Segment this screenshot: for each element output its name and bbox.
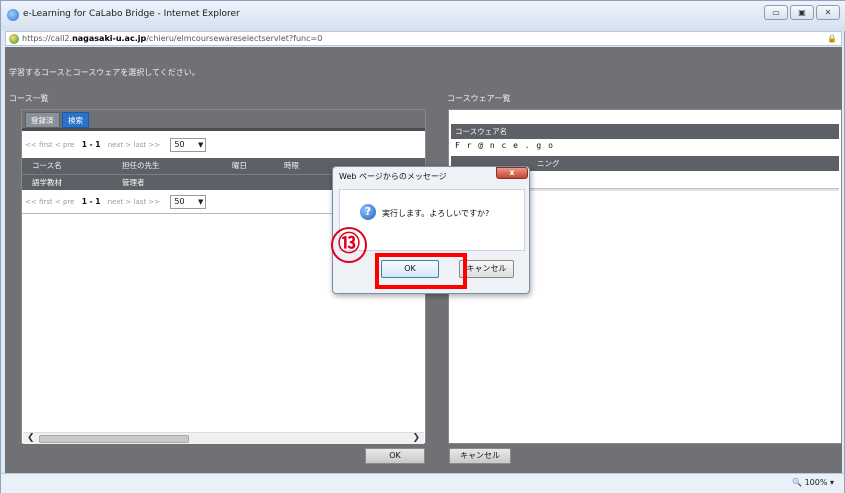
pager-prev-link[interactable]: < pre (55, 198, 75, 206)
pager-first-link[interactable]: << first (25, 141, 53, 149)
course-list-label: コース一覧 (9, 94, 49, 103)
zoom-icon: 🔍 (792, 478, 803, 487)
ie-logo-icon (7, 9, 19, 21)
pager-prev-link[interactable]: < pre (55, 141, 75, 149)
title-bar: e-Learning for CaLabo Bridge - Internet … (1, 1, 845, 31)
pager-range: 1 - 1 (81, 140, 101, 149)
page-size-select[interactable]: 50 (170, 195, 207, 209)
chevron-down-icon[interactable]: ▾ (830, 478, 834, 487)
col-period[interactable]: 時限 (284, 158, 299, 174)
courseware-header: コースウェア名 (451, 124, 839, 139)
page-size-select[interactable]: 50 (170, 138, 207, 152)
lock-icon: 🔒 (827, 34, 837, 43)
dialog-cancel-button[interactable]: キャンセル (459, 260, 514, 278)
list-item[interactable]: F r @ n c e . g o (455, 141, 554, 150)
tab-search[interactable]: 検索 (62, 112, 89, 128)
status-bar: 🔍 100% ▾ (1, 473, 844, 493)
pager-last-link[interactable]: last >> (134, 198, 161, 206)
highlight-annotation (375, 253, 467, 289)
zoom-value: 100% (804, 478, 828, 487)
address-bar[interactable]: https://call2.nagasaki-u.ac.jp/chieru/el… (5, 31, 842, 46)
col-course-name[interactable]: コース名 (32, 158, 62, 174)
col-teacher[interactable]: 担任の先生 (122, 158, 160, 174)
dialog-body: ? 実行します。よろしいですか? (339, 189, 525, 251)
instruction-text: 学習するコースとコースウェアを選択してください。 (9, 68, 200, 77)
tab-underline (22, 128, 425, 131)
scroll-right-icon[interactable]: ❯ (412, 433, 420, 444)
ok-button[interactable]: OK (365, 448, 425, 464)
dialog-close-button[interactable]: x (496, 167, 528, 179)
dialog-message: 実行します。よろしいですか? (382, 209, 490, 218)
pager-next-link[interactable]: next > (108, 141, 132, 149)
minimize-button[interactable]: ▭ (764, 5, 788, 20)
dialog-title: Web ページからのメッセージ (339, 172, 447, 181)
close-window-button[interactable]: ✕ (816, 5, 840, 20)
question-icon: ? (360, 204, 376, 220)
pager-next-link[interactable]: next > (108, 198, 132, 206)
url-text: https://call2.nagasaki-u.ac.jp/chieru/el… (22, 34, 322, 43)
browser-window: e-Learning for CaLabo Bridge - Internet … (0, 0, 845, 493)
courseware-header-2-text: ニング (537, 159, 560, 168)
site-favicon-icon (9, 34, 19, 44)
pager-last-link[interactable]: last >> (134, 141, 161, 149)
window-controls: ▭ ▣ ✕ (764, 5, 840, 20)
pager-bottom: << first < pre 1 - 1 next > last >> 50 (25, 195, 207, 211)
pager-first-link[interactable]: << first (25, 198, 53, 206)
teacher-cell: 管理者 (122, 178, 145, 187)
pager-range: 1 - 1 (81, 197, 101, 206)
courseware-list-label: コースウェア一覧 (447, 94, 511, 103)
url-prefix: https://call2. (22, 34, 73, 43)
scroll-left-icon[interactable]: ❮ (27, 433, 35, 444)
cancel-button[interactable]: キャンセル (449, 448, 511, 464)
zoom-level[interactable]: 🔍 100% ▾ (792, 478, 834, 487)
tab-registered[interactable]: 登録済 (25, 112, 60, 128)
url-domain: nagasaki-u.ac.jp (72, 34, 147, 43)
step-number-annotation: ⑬ (331, 227, 367, 263)
url-path: /chieru/elmcoursewareselectservlet?func=… (146, 34, 323, 43)
course-tabs: 登録済 検索 (22, 110, 425, 128)
scroll-thumb[interactable] (39, 435, 189, 443)
pager-top: << first < pre 1 - 1 next > last >> 50 (25, 138, 207, 154)
col-day[interactable]: 曜日 (232, 158, 247, 174)
maximize-button[interactable]: ▣ (790, 5, 814, 20)
horizontal-scrollbar[interactable]: ❮ ❯ (23, 432, 424, 444)
course-name-cell: 語学教材 (32, 178, 62, 187)
window-title: e-Learning for CaLabo Bridge - Internet … (23, 9, 240, 19)
